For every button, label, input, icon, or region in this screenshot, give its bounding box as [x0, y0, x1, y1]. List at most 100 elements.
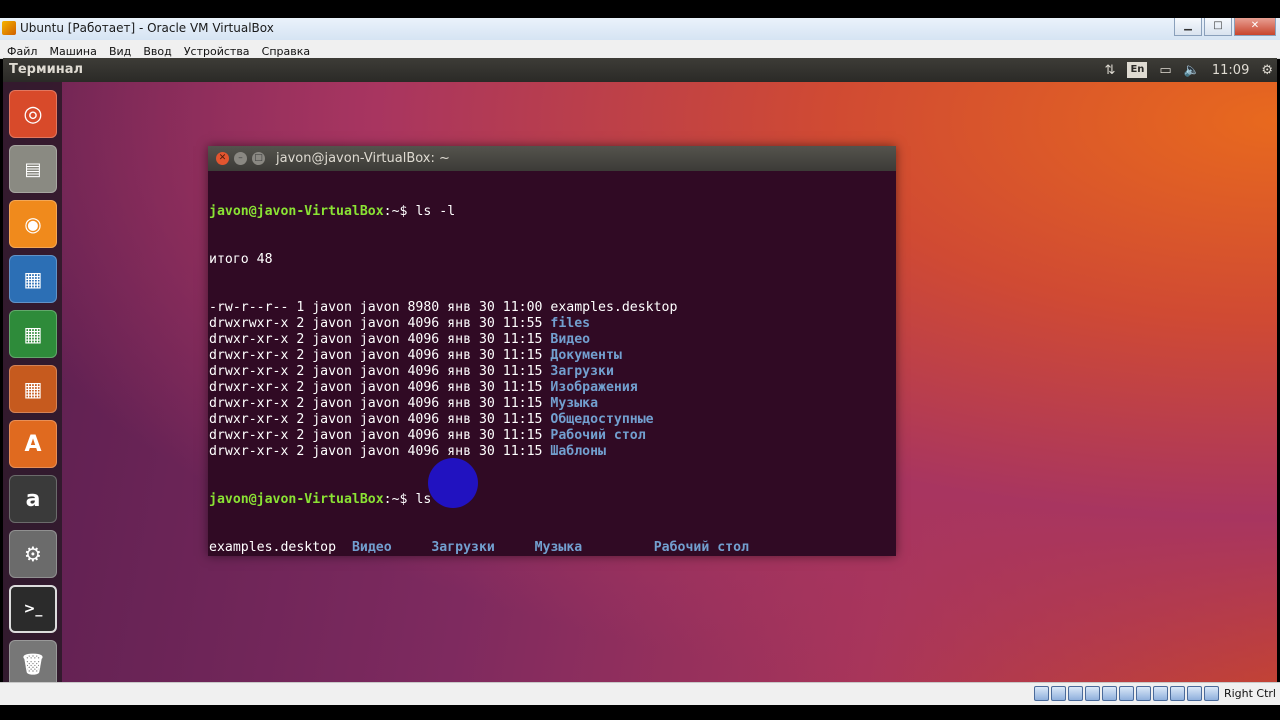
file-name: Видео [550, 332, 591, 347]
file-meta: drwxr-xr-x 2 javon javon 4096 янв 30 11:… [209, 396, 551, 411]
terminal-maximize-icon[interactable]: □ [252, 152, 265, 165]
optical-drive-icon[interactable] [1050, 686, 1066, 701]
system-tray: ⇅ En ▭ 🔈 11:09 ⚙ [1105, 58, 1277, 82]
mouse-click-indicator [428, 458, 478, 508]
file-meta: -rw-r--r-- 1 javon javon 8980 янв 30 11:… [209, 300, 551, 315]
clock[interactable]: 11:09 [1212, 63, 1249, 78]
firefox-icon[interactable]: ◉ [9, 200, 57, 248]
command: ls -l [415, 204, 456, 219]
listing-row: drwxr-xr-x 2 javon javon 4096 янв 30 11:… [209, 380, 896, 396]
file-meta: drwxr-xr-x 2 javon javon 4096 янв 30 11:… [209, 444, 551, 459]
file-name: examples.desktop [550, 300, 678, 315]
file-meta: drwxr-xr-x 2 javon javon 4096 янв 30 11:… [209, 412, 551, 427]
libreoffice-calc-icon[interactable]: ▦ [9, 310, 57, 358]
guest-display[interactable]: Терминал ⇅ En ▭ 🔈 11:09 ⚙ ◎ ▤ ◉ ▦ ▦ ▦ A … [3, 58, 1277, 682]
ls-entry: Загрузки [431, 540, 495, 555]
volume-icon[interactable]: 🔈 [1184, 63, 1200, 78]
file-name: Шаблоны [550, 444, 606, 459]
ubuntu-top-panel: Терминал ⇅ En ▭ 🔈 11:09 ⚙ [3, 58, 1277, 82]
ubuntu-dash-icon[interactable]: ◎ [9, 90, 57, 138]
software-center-icon[interactable]: A [9, 420, 57, 468]
network-icon[interactable]: ⇅ [1105, 63, 1116, 78]
ls-spacing [336, 540, 352, 555]
host-statusbar: Right Ctrl [0, 682, 1280, 705]
shared-folders-icon[interactable] [1118, 686, 1134, 701]
display-icon[interactable] [1135, 686, 1151, 701]
battery-icon[interactable]: ▭ [1159, 63, 1171, 78]
host-menubar: Файл Машина Вид Ввод Устройства Справка [0, 40, 1280, 59]
amazon-icon[interactable]: a [9, 475, 57, 523]
listing-row: drwxrwxr-x 2 javon javon 4096 янв 30 11:… [209, 316, 896, 332]
ls-entry: Рабочий стол [653, 540, 749, 555]
prompt-line: javon@javon-VirtualBox:~$ ls -l [209, 204, 896, 220]
video-capture-icon[interactable] [1152, 686, 1168, 701]
terminal-output[interactable]: javon@javon-VirtualBox:~$ ls -l итого 48… [209, 172, 896, 556]
listing-row: drwxr-xr-x 2 javon javon 4096 янв 30 11:… [209, 428, 896, 444]
ls-spacing [495, 540, 535, 555]
prompt: javon@javon-VirtualBox [209, 204, 384, 219]
ls-spacing [392, 540, 432, 555]
terminal-window[interactable]: ✕ – □ javon@javon-VirtualBox: ~ javon@ja… [208, 146, 896, 556]
usb-icon[interactable] [1101, 686, 1117, 701]
file-meta: drwxr-xr-x 2 javon javon 4096 янв 30 11:… [209, 332, 551, 347]
prompt: javon@javon-VirtualBox [209, 492, 384, 507]
libreoffice-writer-icon[interactable]: ▦ [9, 255, 57, 303]
listing-row: drwxr-xr-x 2 javon javon 4096 янв 30 11:… [209, 332, 896, 348]
file-name: Изображения [550, 380, 638, 395]
listing-row: drwxr-xr-x 2 javon javon 4096 янв 30 11:… [209, 444, 896, 460]
status-icons: Right Ctrl [1033, 686, 1276, 701]
close-button[interactable]: ✕ [1234, 18, 1276, 36]
maximize-button[interactable]: □ [1204, 18, 1232, 36]
ls-entry: Музыка [534, 540, 583, 555]
minimize-button[interactable]: ▁ [1174, 18, 1202, 36]
terminal-close-icon[interactable]: ✕ [216, 152, 229, 165]
listing-row: drwxr-xr-x 2 javon javon 4096 янв 30 11:… [209, 348, 896, 364]
network-adapter-icon[interactable] [1084, 686, 1100, 701]
virtualization-icon[interactable] [1169, 686, 1185, 701]
terminal-icon[interactable]: >_ [9, 585, 57, 633]
system-settings-icon[interactable]: ⚙ [9, 530, 57, 578]
prompt-suffix: :~$ [383, 492, 416, 507]
listing-row: drwxr-xr-x 2 javon javon 4096 янв 30 11:… [209, 364, 896, 380]
file-name: Общедоступные [550, 412, 654, 427]
file-name: Загрузки [550, 364, 614, 379]
file-name: files [550, 316, 591, 331]
mouse-integration-icon[interactable] [1186, 686, 1202, 701]
file-meta: drwxrwxr-x 2 javon javon 4096 янв 30 11:… [209, 316, 551, 331]
keyboard-capture-icon[interactable] [1203, 686, 1219, 701]
listing-rows: -rw-r--r-- 1 javon javon 8980 янв 30 11:… [209, 300, 896, 460]
command: ls [415, 492, 432, 507]
listing-row: -rw-r--r-- 1 javon javon 8980 янв 30 11:… [209, 300, 896, 316]
total-line: итого 48 [209, 252, 273, 267]
file-meta: drwxr-xr-x 2 javon javon 4096 янв 30 11:… [209, 348, 551, 363]
ls-entry: examples.desktop [209, 540, 337, 555]
file-name: Рабочий стол [550, 428, 646, 443]
listing-row: drwxr-xr-x 2 javon javon 4096 янв 30 11:… [209, 412, 896, 428]
file-meta: drwxr-xr-x 2 javon javon 4096 янв 30 11:… [209, 364, 551, 379]
audio-icon[interactable] [1067, 686, 1083, 701]
terminal-minimize-icon[interactable]: – [234, 152, 247, 165]
power-gear-icon[interactable]: ⚙ [1261, 63, 1273, 78]
libreoffice-impress-icon[interactable]: ▦ [9, 365, 57, 413]
unity-launcher: ◎ ▤ ◉ ▦ ▦ ▦ A a ⚙ >_ 🗑 [3, 82, 62, 682]
prompt-suffix: :~$ [383, 204, 416, 219]
terminal-titlebar[interactable]: ✕ – □ javon@javon-VirtualBox: ~ [208, 146, 896, 171]
file-meta: drwxr-xr-x 2 javon javon 4096 янв 30 11:… [209, 428, 551, 443]
keyboard-layout-indicator[interactable]: En [1127, 62, 1148, 78]
files-icon[interactable]: ▤ [9, 145, 57, 193]
active-app-title: Терминал [9, 62, 84, 77]
file-name: Музыка [550, 396, 599, 411]
listing-row: drwxr-xr-x 2 javon javon 4096 янв 30 11:… [209, 396, 896, 412]
file-name: Документы [550, 348, 622, 363]
host-window-title: Ubuntu [Работает] - Oracle VM VirtualBox [20, 21, 274, 35]
virtualbox-icon [2, 21, 16, 35]
host-key-label: Right Ctrl [1223, 687, 1276, 700]
trash-icon[interactable]: 🗑 [9, 640, 57, 682]
prompt-line: javon@javon-VirtualBox:~$ ls [209, 492, 896, 508]
terminal-title: javon@javon-VirtualBox: ~ [276, 151, 450, 166]
ls-spacing [582, 540, 653, 555]
ls-output-line: examples.desktop Видео Загрузки Музыка Р… [209, 540, 896, 556]
host-titlebar: Ubuntu [Работает] - Oracle VM VirtualBox… [0, 18, 1280, 41]
host-window-controls: ▁ □ ✕ [1174, 18, 1276, 36]
hdd-icon[interactable] [1033, 686, 1049, 701]
